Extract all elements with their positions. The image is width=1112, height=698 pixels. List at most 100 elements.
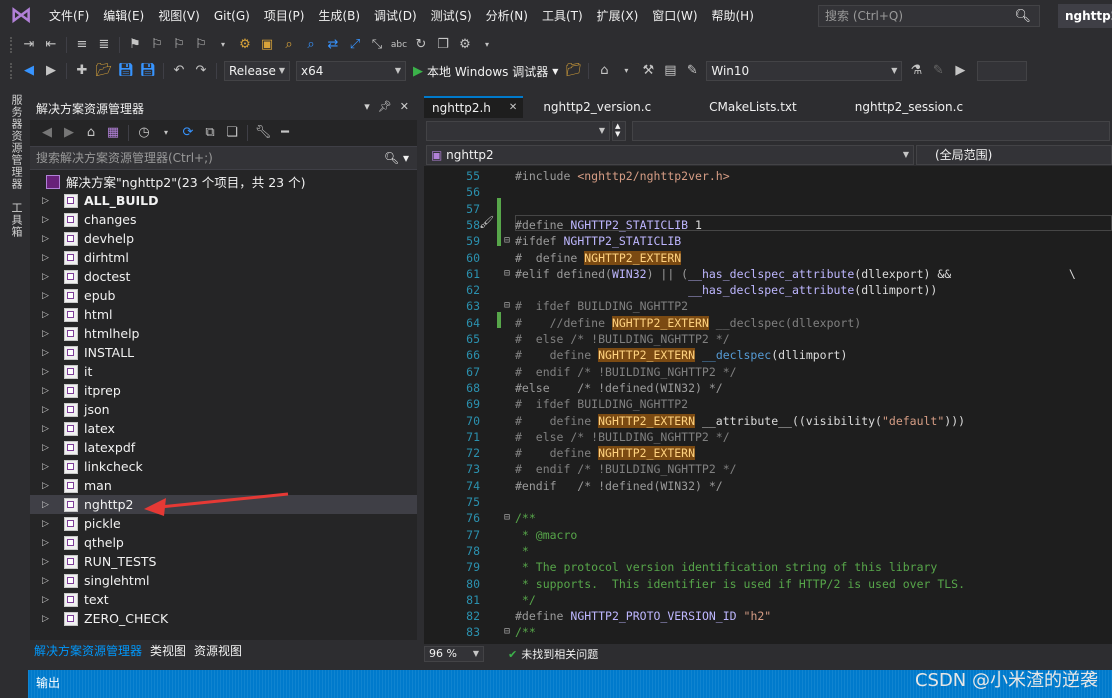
abc-icon[interactable]: abc (390, 36, 408, 54)
expand-arrow-icon[interactable]: ▷ (42, 443, 54, 453)
solution-node[interactable]: 解决方案"nghttp2"(23 个项目，共 23 个) (30, 172, 417, 191)
fold-toggle-icon[interactable]: ⊟ (504, 266, 510, 282)
expand-arrow-icon[interactable]: ▷ (42, 481, 54, 491)
find-files-icon[interactable]: ⌕ (302, 36, 320, 54)
tab-file[interactable]: nghttp2.h ✕ (424, 96, 524, 118)
bookmark-icon[interactable]: ⚑ (126, 36, 144, 54)
close-tab-icon[interactable]: ✕ (509, 99, 517, 117)
expand-arrow-icon[interactable]: ▷ (42, 462, 54, 472)
code-editor[interactable]: 🖌︎ 55 #include <nghttp2/nghttp2ver.h> 56 57… (424, 166, 1112, 644)
expand-arrow-icon[interactable]: ▷ (42, 272, 54, 282)
scope-right-select[interactable]: (全局范围) (916, 145, 1112, 165)
expand-arrow-icon[interactable]: ▷ (42, 329, 54, 339)
open-folder-icon[interactable]: 📂︎ (95, 62, 113, 80)
menu-item[interactable]: 项目(P) (257, 0, 312, 32)
menu-item[interactable]: 工具(T) (535, 0, 590, 32)
issues-status[interactable]: 未找到相关问题 (521, 646, 598, 662)
expand-arrow-icon[interactable]: ▷ (42, 348, 54, 358)
project-node[interactable]: ▷ singlehtml (30, 571, 417, 590)
project-node[interactable]: ▷ INSTALL (30, 343, 417, 362)
dropdown-icon[interactable]: ▾ (478, 36, 496, 54)
project-node[interactable]: ▷ qthelp (30, 533, 417, 552)
expand-arrow-icon[interactable]: ▷ (42, 215, 54, 225)
panel-tab[interactable]: 类视图 (146, 640, 190, 662)
expand-arrow-icon[interactable]: ▷ (42, 291, 54, 301)
expand-arrow-icon[interactable]: ▷ (42, 557, 54, 567)
close-icon[interactable]: ✕ (400, 100, 409, 113)
expand-arrow-icon[interactable]: ▷ (42, 405, 54, 415)
fold-toggle-icon[interactable]: ⊟ (504, 624, 510, 640)
fold-toggle-icon[interactable]: ⊟ (504, 233, 510, 249)
server-explorer-tab[interactable]: 服务器资源管理器 (8, 94, 24, 190)
swap-icon[interactable]: ⇄ (324, 36, 342, 54)
panel-tab[interactable]: 解决方案资源管理器 (30, 640, 146, 662)
project-node[interactable]: ▷ devhelp (30, 229, 417, 248)
switch-views-icon[interactable]: ▦ (104, 124, 122, 142)
extra-combo[interactable] (977, 61, 1028, 81)
package-icon[interactable]: ▣ (258, 36, 276, 54)
properties-icon[interactable]: 🔧︎ (254, 124, 272, 142)
project-node[interactable]: ▷ linkcheck (30, 457, 417, 476)
platform-select[interactable]: x64 ▼ (296, 61, 406, 81)
indent-icon[interactable]: ⇥ (20, 36, 38, 54)
preview-icon[interactable]: ━ (276, 124, 294, 142)
dropdown-icon[interactable]: ▾ (157, 124, 175, 142)
dropdown-icon[interactable]: ▾ (617, 62, 635, 80)
tab-file[interactable]: nghttp2_version.c (535, 96, 659, 118)
comment-icon[interactable]: ≡ (73, 36, 91, 54)
folder-icon[interactable]: 📁︎ (564, 62, 582, 80)
project-node[interactable]: ▷ epub (30, 286, 417, 305)
project-node[interactable]: ▷ itprep (30, 381, 417, 400)
expand-arrow-icon[interactable]: ▷ (42, 386, 54, 396)
project-node[interactable]: ▷ html (30, 305, 417, 324)
toolbox-tab[interactable]: 工具箱 (8, 202, 24, 238)
config-select[interactable]: Release ▼ (224, 61, 290, 81)
settings-icon[interactable]: ⚙ (456, 36, 474, 54)
zoom-select[interactable]: 96 % ▼ (424, 646, 484, 662)
toolbar-grip[interactable] (10, 37, 14, 53)
tab-file[interactable]: nghttp2_session.c (847, 96, 971, 118)
outdent-icon[interactable]: ⇤ (42, 36, 60, 54)
redo-icon[interactable]: ↷ (192, 62, 210, 80)
solution-search-input[interactable]: 搜索解决方案资源管理器(Ctrl+;) 🔍︎ ▾ (30, 146, 417, 170)
member-nav-select[interactable] (632, 121, 1110, 141)
find-icon[interactable]: ⌕ (280, 36, 298, 54)
project-node[interactable]: ▷ doctest (30, 267, 417, 286)
run-button[interactable]: ▶ 本地 Windows 调试器 ▼ (413, 63, 558, 80)
start-icon[interactable]: ▶ (951, 62, 969, 80)
prev-bookmark-icon[interactable]: ⚐ (148, 36, 166, 54)
menu-item[interactable]: 文件(F) (42, 0, 96, 32)
menu-item[interactable]: 窗口(W) (645, 0, 704, 32)
expand-arrow-icon[interactable]: ▷ (42, 500, 54, 510)
refresh-icon[interactable]: ↻ (412, 36, 430, 54)
clear-bookmarks-icon[interactable]: ⚐ (192, 36, 210, 54)
target-select[interactable]: Win10 ▼ (706, 61, 903, 81)
undo-icon[interactable]: ↶ (170, 62, 188, 80)
expand-icon[interactable]: ⤢ (346, 36, 364, 54)
project-nav-select[interactable]: ▼ (426, 121, 610, 141)
expand-arrow-icon[interactable]: ▷ (42, 253, 54, 263)
pen-icon[interactable]: ✎ (929, 62, 947, 80)
collapse-all-icon[interactable]: ⧉ (201, 124, 219, 142)
tool-icon[interactable]: ✎ (683, 62, 701, 80)
new-item-icon[interactable]: ✚ (73, 62, 91, 80)
project-node[interactable]: ▷ latex (30, 419, 417, 438)
expand-arrow-icon[interactable]: ▷ (42, 538, 54, 548)
home-icon[interactable]: ⌂ (82, 124, 100, 142)
expand-arrow-icon[interactable]: ▷ (42, 196, 54, 206)
nav-spin-button[interactable]: ▲ ▼ (612, 121, 626, 141)
build-icon[interactable]: ⚙ (236, 36, 254, 54)
browser-icon[interactable]: ⌂ (595, 62, 613, 80)
expand-arrow-icon[interactable]: ▷ (42, 614, 54, 624)
expand-arrow-icon[interactable]: ▷ (42, 576, 54, 586)
search-input[interactable]: 搜索 (Ctrl+Q) 🔍︎ (818, 5, 1040, 27)
sync-icon[interactable]: ⟳ (179, 124, 197, 142)
collapse-icon[interactable]: ⤡ (368, 36, 386, 54)
menu-item[interactable]: Git(G) (207, 0, 257, 32)
project-node[interactable]: ▷ dirhtml (30, 248, 417, 267)
expand-arrow-icon[interactable]: ▷ (42, 519, 54, 529)
expand-arrow-icon[interactable]: ▷ (42, 367, 54, 377)
panel-options-icon[interactable]: ▾ (364, 100, 370, 113)
menu-item[interactable]: 编辑(E) (96, 0, 151, 32)
project-node[interactable]: ▷ changes (30, 210, 417, 229)
